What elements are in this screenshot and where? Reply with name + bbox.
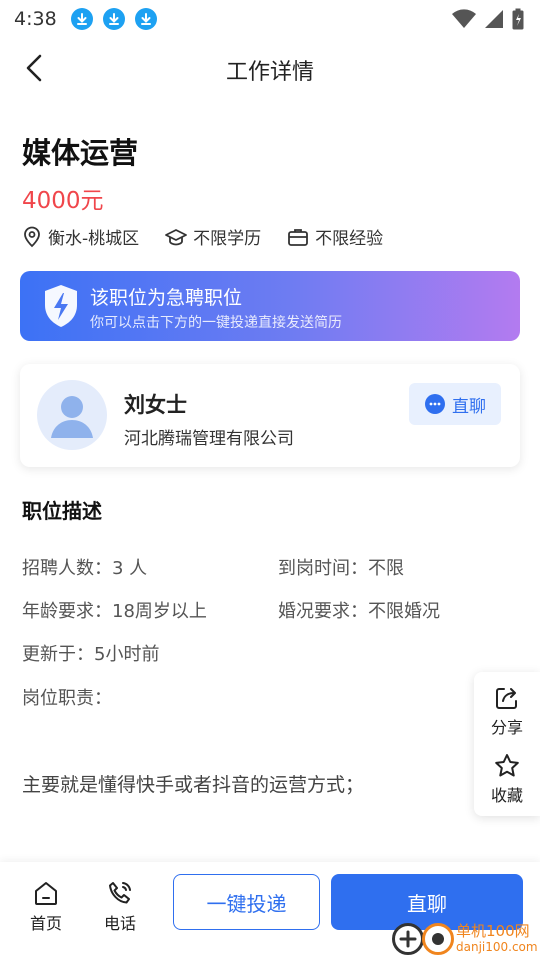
- download-icon: [70, 8, 93, 30]
- section-title-description: 职位描述: [22, 499, 102, 523]
- share-label: 分享: [490, 718, 523, 737]
- tab-home-label: 首页: [30, 914, 63, 933]
- home-icon: [35, 882, 57, 905]
- marital-row: 婚况要求：不限婚况: [278, 597, 440, 623]
- download-icon: [102, 8, 125, 30]
- job-title: 媒体运营: [22, 136, 139, 170]
- age-row: 年龄要求：18周岁以上: [22, 597, 207, 623]
- favorite-label: 收藏: [490, 786, 523, 805]
- share-icon: [496, 688, 517, 709]
- phone-icon: [109, 882, 131, 904]
- share-button[interactable]: 分享: [474, 684, 540, 738]
- recruiter-name: 刘女士: [124, 393, 187, 417]
- headcount-value: 3 人: [112, 558, 148, 579]
- side-action-panel: 分享 收藏: [474, 672, 540, 816]
- location-tag: 衡水-桃城区: [22, 224, 139, 249]
- page-title: 工作详情: [225, 60, 314, 85]
- education-text: 不限学历: [193, 229, 262, 249]
- urgent-hiring-banner: 该职位为急聘职位 你可以点击下方的一键投递直接发送简历: [20, 271, 520, 341]
- marital-value: 不限婚况: [368, 601, 440, 622]
- watermark-logo: 单机100网 danji100.com: [392, 920, 540, 960]
- watermark-text-url: danji100.com: [456, 940, 538, 954]
- graduation-cap-icon: [165, 228, 188, 245]
- location-pin-icon: [24, 226, 40, 247]
- urgent-subtitle: 你可以点击下方的一键投递直接发送简历: [90, 315, 342, 331]
- star-icon: [495, 754, 519, 777]
- headcount-label: 招聘人数：: [22, 558, 112, 579]
- one-click-apply-button[interactable]: 一键投递: [173, 874, 320, 930]
- experience-tag: 不限经验: [287, 224, 383, 249]
- urgent-title: 该职位为急聘职位: [90, 287, 243, 309]
- plus-circle-icon: [392, 923, 424, 955]
- watermark-text-cn: 单机100网: [456, 922, 530, 940]
- location-text: 衡水-桃城区: [48, 229, 140, 249]
- chat-chip-button[interactable]: 直聊: [409, 383, 501, 425]
- recruiter-card[interactable]: 刘女士 河北腾瑞管理有限公司 直聊: [20, 364, 520, 467]
- age-value: 18周岁以上: [112, 601, 207, 622]
- duties-label: 岗位职责：: [22, 688, 112, 709]
- age-label: 年龄要求：: [22, 601, 112, 622]
- battery-icon: [512, 8, 524, 34]
- updated-value: 5小时前: [94, 644, 160, 665]
- favorite-button[interactable]: 收藏: [474, 752, 540, 806]
- headcount-row: 招聘人数：3 人: [22, 554, 147, 580]
- updated-label: 更新于：: [22, 644, 94, 665]
- shield-bolt-icon: [45, 285, 77, 327]
- tab-phone[interactable]: 电话: [104, 880, 136, 934]
- user-avatar-icon: [51, 396, 93, 438]
- tab-phone-label: 电话: [104, 914, 137, 933]
- chat-bubble-icon: [425, 394, 445, 414]
- recruiter-company: 河北腾瑞管理有限公司: [124, 429, 294, 449]
- status-time: 4:38: [14, 8, 57, 30]
- job-salary: 4000元: [22, 188, 104, 214]
- arrival-label: 到岗时间：: [278, 558, 368, 579]
- chat-chip-label: 直聊: [452, 396, 486, 417]
- avatar: [37, 380, 107, 450]
- education-tag: 不限学历: [165, 224, 261, 249]
- experience-text: 不限经验: [315, 229, 384, 249]
- signal-icon: [484, 9, 504, 33]
- duties-text: 主要就是懂得快手或者抖音的运营方式；: [22, 774, 365, 796]
- wifi-icon: [452, 9, 476, 33]
- briefcase-icon: [288, 228, 309, 246]
- updated-row: 更新于：5小时前: [22, 640, 159, 666]
- download-icon: [134, 8, 157, 30]
- tab-home[interactable]: 首页: [30, 880, 62, 934]
- arrival-row: 到岗时间：不限: [278, 554, 404, 580]
- status-bar: 4:38: [0, 0, 540, 38]
- job-tags: 衡水-桃城区 不限学历 不限经验: [22, 224, 409, 249]
- dot-circle-icon: [422, 923, 454, 955]
- top-nav-bar: 工作详情: [0, 40, 540, 96]
- marital-label: 婚况要求：: [278, 601, 368, 622]
- arrival-value: 不限: [368, 558, 404, 579]
